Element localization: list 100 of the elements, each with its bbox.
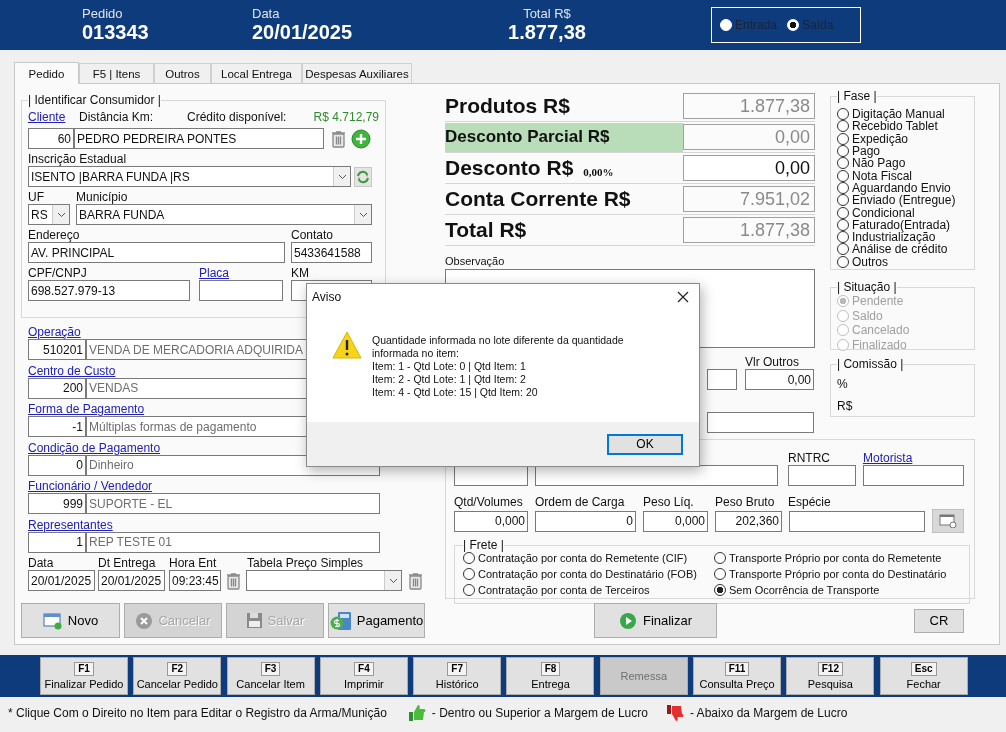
input-field[interactable]: 999 (28, 493, 86, 514)
input-field[interactable] (863, 465, 964, 486)
field-link[interactable]: Placa (199, 266, 291, 280)
radio-button[interactable] (837, 231, 849, 244)
input-field[interactable]: 0,000 (454, 510, 528, 532)
total-value[interactable]: 0,00 (683, 124, 815, 150)
input-field[interactable]: 0 (28, 454, 86, 476)
input-field[interactable] (788, 465, 856, 486)
radio-button[interactable] (463, 552, 475, 564)
input-field[interactable] (199, 280, 283, 301)
tab[interactable]: Outros (154, 63, 211, 83)
radio-button[interactable] (714, 568, 726, 580)
input-field[interactable]: 200 (28, 377, 86, 399)
radio-button[interactable] (837, 218, 849, 231)
dropdown-field[interactable]: RS (28, 204, 70, 225)
radio-label: Outros (852, 254, 888, 269)
radio-label: Transporte Próprio por conta do Destinatário (729, 568, 947, 580)
field-link[interactable]: Representantes (28, 517, 113, 532)
input-field[interactable] (789, 510, 925, 532)
field-link[interactable]: Centro de Custo (28, 363, 116, 378)
finalize-button[interactable]: Finalizar (594, 603, 717, 638)
close-icon[interactable] (677, 290, 689, 303)
action-button[interactable]: Novo (21, 603, 120, 638)
action-button[interactable]: Pagamento (328, 603, 425, 638)
input-field[interactable]: 20/01/2025 (28, 570, 95, 591)
radio-button[interactable] (837, 206, 849, 219)
tab[interactable]: Despesas Auxiliares (302, 63, 412, 83)
radio-label: Aguardando Envio (852, 180, 951, 195)
radio-button[interactable] (837, 157, 849, 170)
input-field[interactable] (454, 465, 528, 486)
radio-label: Industrialização (852, 230, 936, 245)
dropdown-field[interactable] (246, 570, 402, 591)
function-key-button[interactable]: F8 Entrega (506, 657, 595, 695)
window-button[interactable] (932, 509, 964, 533)
radio-button[interactable] (714, 584, 726, 596)
radio-button[interactable] (463, 568, 475, 580)
input-field[interactable]: 60 (28, 128, 74, 149)
input-field[interactable]: PEDRO PEDREIRA PONTES (74, 128, 324, 149)
input-field[interactable] (535, 465, 778, 486)
input-field[interactable]: 5433641588 (291, 242, 372, 263)
radio-button[interactable] (837, 120, 849, 133)
radio-button[interactable] (837, 108, 849, 121)
function-key-button[interactable]: F4 Imprimir (319, 657, 408, 695)
header-label: Data (252, 6, 280, 21)
function-key-button[interactable]: F1 Finalizar Pedido (40, 657, 128, 695)
radio-label: Entrada (735, 18, 778, 32)
function-key-button[interactable]: F12 Pesquisa (786, 657, 875, 695)
field-label: KM (291, 266, 309, 280)
function-key-button[interactable]: Esc Fechar (879, 657, 968, 695)
radio-button[interactable] (837, 145, 849, 158)
dropdown-field[interactable]: ISENTO |BARRA FUNDA |RS (28, 166, 351, 187)
radio-button[interactable] (463, 584, 475, 596)
tab[interactable]: Local Entrega (211, 63, 302, 83)
radio-button[interactable] (837, 194, 849, 207)
total-label: Conta Corrente R$ (445, 186, 632, 212)
radio-label: Saída (802, 18, 834, 32)
tab[interactable]: Pedido (14, 62, 79, 84)
field-link[interactable]: Operação (28, 325, 81, 339)
input-field[interactable]: 20/01/2025 (98, 570, 165, 591)
plus-icon[interactable] (351, 128, 371, 149)
input-field[interactable] (707, 369, 737, 390)
radio-button[interactable] (837, 243, 849, 256)
input-field[interactable] (707, 412, 814, 433)
radio-button[interactable] (837, 181, 849, 194)
trash-icon[interactable] (329, 128, 348, 149)
ok-button[interactable]: OK (607, 433, 683, 455)
cr-button[interactable]: CR (914, 608, 964, 633)
trash-icon[interactable] (224, 570, 243, 591)
input-field[interactable]: 09:23:45 (169, 570, 221, 591)
field-link[interactable]: Cliente (28, 110, 79, 124)
function-key-button[interactable]: F7 Histórico (413, 657, 502, 695)
input-field[interactable]: REP TESTE 01 (86, 531, 380, 553)
input-field[interactable]: SUPORTE - EL (86, 493, 380, 514)
input-field[interactable]: 0,000 (643, 510, 708, 532)
function-key-button[interactable]: F11 Consulta Preço (693, 657, 782, 695)
dropdown-field[interactable]: BARRA FUNDA (76, 204, 372, 225)
refresh-icon[interactable] (354, 166, 372, 187)
function-key-button[interactable]: F2 Cancelar Pedido (133, 657, 222, 695)
field-link[interactable]: Motorista (863, 451, 913, 465)
function-key-button[interactable]: F3 Cancelar Item (226, 657, 315, 695)
input-field[interactable]: 698.527.979-13 (28, 280, 190, 301)
group-title: | Fase | (837, 89, 877, 103)
trash-icon[interactable] (406, 570, 425, 591)
tab[interactable]: F5 | Itens (79, 63, 154, 83)
radio-button[interactable] (837, 255, 849, 268)
input-field[interactable]: 0,00 (745, 369, 814, 390)
input-field[interactable]: 202,360 (715, 510, 782, 532)
field-link[interactable]: Forma de Pagamento (28, 402, 145, 416)
field-label: RNTRC (788, 451, 831, 465)
input-field[interactable]: 0 (535, 510, 636, 532)
radio-button[interactable] (837, 169, 849, 182)
radio-button[interactable] (714, 552, 726, 564)
input-field[interactable]: AV. PRINCIPAL (28, 242, 285, 263)
field-link[interactable]: Condição de Pagamento (28, 440, 161, 455)
input-field[interactable]: 510201 (28, 339, 86, 360)
field-link[interactable]: Funcionário / Vendedor (28, 479, 153, 493)
input-field[interactable]: -1 (28, 416, 86, 437)
total-value[interactable]: 0,00 (683, 155, 815, 181)
input-field[interactable]: 1 (28, 531, 86, 553)
radio-button[interactable] (837, 132, 849, 145)
